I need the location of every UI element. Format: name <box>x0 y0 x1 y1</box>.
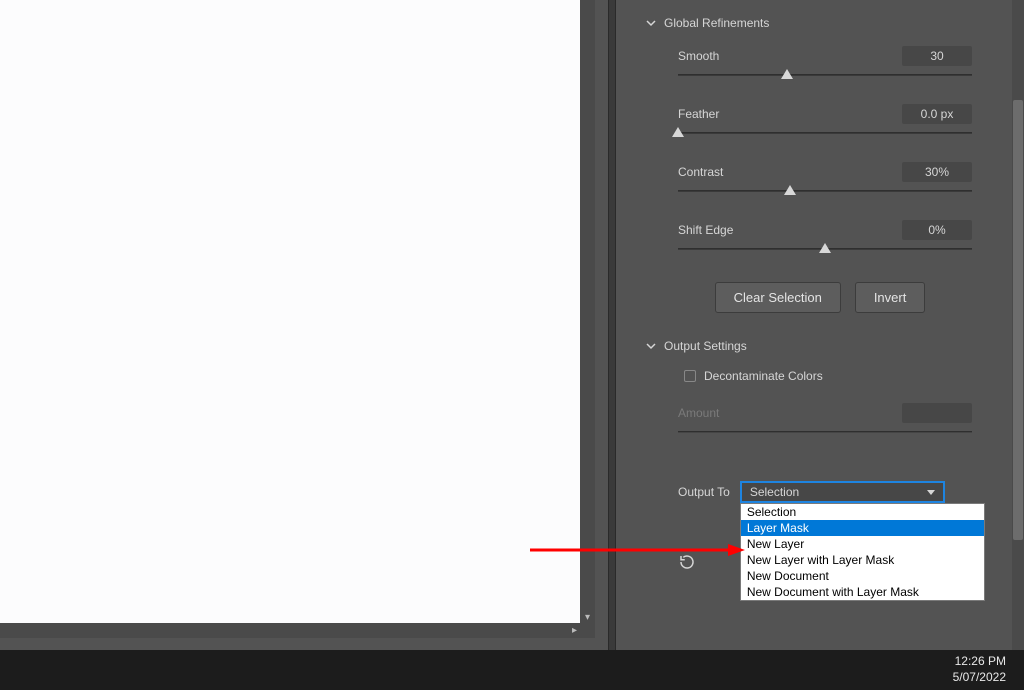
section-title: Global Refinements <box>664 16 769 30</box>
slider-label: Contrast <box>678 165 723 179</box>
dropdown-item-new-layer[interactable]: New Layer <box>741 536 984 552</box>
slider-contrast: Contrast 30% <box>616 152 1024 210</box>
output-to-dropdown[interactable]: Selection Selection Layer Mask New Layer… <box>740 481 945 503</box>
invert-button[interactable]: Invert <box>855 282 926 313</box>
panel-divider[interactable] <box>608 0 616 650</box>
slider-shift-edge: Shift Edge 0% <box>616 210 1024 268</box>
slider-thumb[interactable] <box>781 69 793 79</box>
taskbar-clock[interactable]: 12:26 PM 5/07/2022 <box>953 654 1006 685</box>
chevron-right-icon[interactable]: ▸ <box>570 623 579 638</box>
decontaminate-colors-checkbox[interactable]: Decontaminate Colors <box>616 359 1024 393</box>
dropdown-item-new-document-with-layer-mask[interactable]: New Document with Layer Mask <box>741 584 984 600</box>
section-title: Output Settings <box>664 339 747 353</box>
slider-track <box>678 427 972 445</box>
dropdown-item-new-document[interactable]: New Document <box>741 568 984 584</box>
dropdown-item-new-layer-with-layer-mask[interactable]: New Layer with Layer Mask <box>741 552 984 568</box>
clear-selection-button[interactable]: Clear Selection <box>715 282 841 313</box>
output-to-label: Output To <box>678 485 730 499</box>
slider-track[interactable] <box>678 128 972 146</box>
slider-thumb[interactable] <box>819 243 831 253</box>
reset-icon[interactable] <box>678 553 696 571</box>
taskbar[interactable]: 12:26 PM 5/07/2022 <box>0 650 1024 690</box>
canvas[interactable] <box>0 0 580 625</box>
slider-feather: Feather 0.0 px <box>616 94 1024 152</box>
slider-value-input[interactable]: 30% <box>902 162 972 182</box>
slider-value-input[interactable]: 0.0 px <box>902 104 972 124</box>
dropdown-selected: Selection <box>750 485 799 499</box>
slider-value-input <box>902 403 972 423</box>
slider-track[interactable] <box>678 244 972 262</box>
checkbox-label: Decontaminate Colors <box>704 369 823 383</box>
scrollbar-thumb[interactable] <box>1013 100 1023 540</box>
slider-value-input[interactable]: 0% <box>902 220 972 240</box>
dropdown-item-selection[interactable]: Selection <box>741 504 984 520</box>
slider-thumb[interactable] <box>784 185 796 195</box>
dropdown-item-layer-mask[interactable]: Layer Mask <box>741 520 984 536</box>
taskbar-date: 5/07/2022 <box>953 670 1006 686</box>
slider-value-input[interactable]: 30 <box>902 46 972 66</box>
slider-label: Smooth <box>678 49 719 63</box>
slider-thumb[interactable] <box>672 127 684 137</box>
slider-amount: Amount <box>616 393 1024 451</box>
slider-track[interactable] <box>678 70 972 88</box>
slider-smooth: Smooth 30 <box>616 36 1024 94</box>
dropdown-list: Selection Layer Mask New Layer New Layer… <box>740 503 985 601</box>
canvas-area: ▾ ▸ <box>0 0 595 650</box>
section-output-settings[interactable]: Output Settings <box>616 329 1024 359</box>
slider-label: Feather <box>678 107 719 121</box>
canvas-scrollbar-horizontal[interactable]: ▸ <box>0 623 595 638</box>
properties-panel: Global Refinements Smooth 30 Feather 0.0… <box>616 0 1024 650</box>
slider-track[interactable] <box>678 186 972 204</box>
slider-label: Shift Edge <box>678 223 733 237</box>
slider-label: Amount <box>678 406 719 420</box>
panel-scrollbar[interactable] <box>1012 0 1024 650</box>
chevron-down-icon <box>646 341 656 351</box>
chevron-down-icon <box>646 18 656 28</box>
chevron-down-icon <box>927 490 935 495</box>
taskbar-time: 12:26 PM <box>953 654 1006 670</box>
section-global-refinements[interactable]: Global Refinements <box>616 6 1024 36</box>
canvas-scrollbar-vertical[interactable]: ▾ <box>580 0 595 625</box>
checkbox-icon[interactable] <box>684 370 696 382</box>
